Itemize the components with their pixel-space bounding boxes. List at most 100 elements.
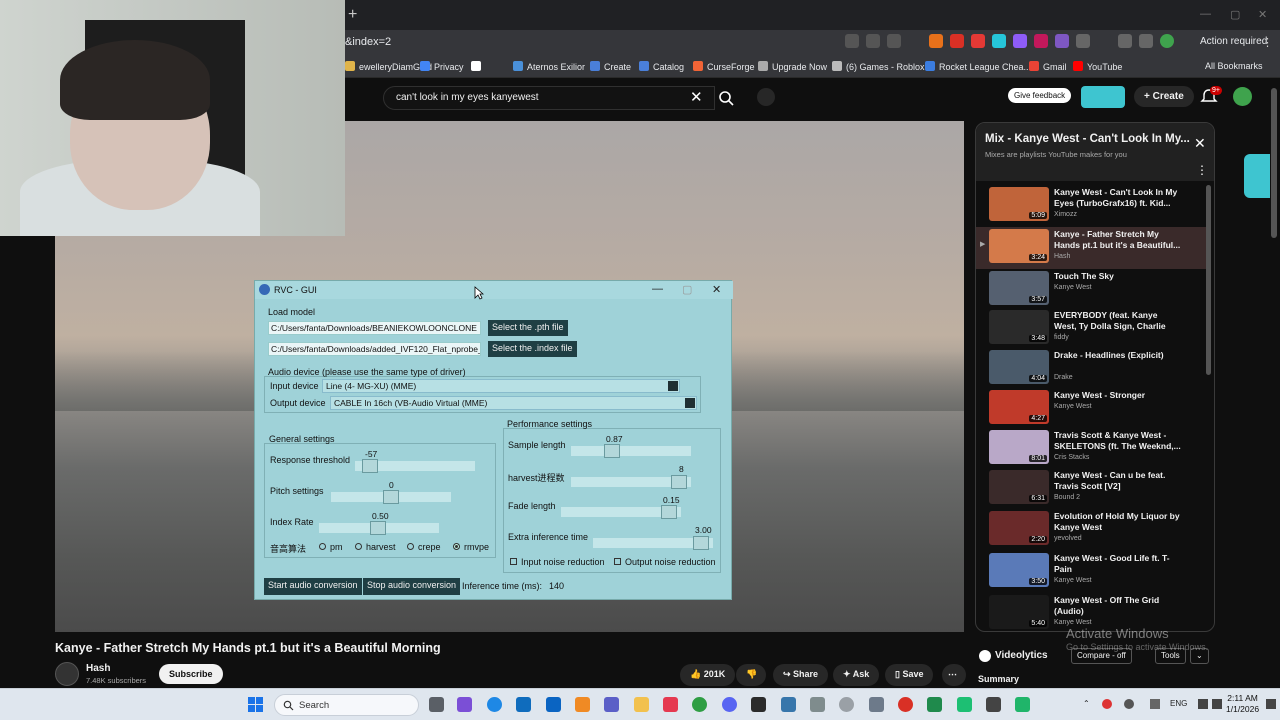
new-tab-button[interactable]: +	[348, 6, 357, 24]
playlist-title[interactable]: Mix - Kanye West - Can't Look In My...	[985, 133, 1190, 145]
all-bookmarks-button[interactable]: All Bookmarks	[1205, 61, 1263, 71]
output-noise-checkbox[interactable]: Output noise reduction	[614, 557, 716, 567]
bookmark-item[interactable]: Upgrade Now	[758, 61, 827, 72]
bookmark-item[interactable]: ewelleryDiamGold	[345, 61, 432, 72]
bookmark-item[interactable]: (6) Games - Roblox	[832, 61, 925, 72]
edge-icon[interactable]	[487, 697, 502, 712]
index-rate-slider[interactable]	[319, 521, 439, 535]
playlist-item[interactable]: 3:48 EVERYBODY (feat. Kanye West, Ty Doll…	[976, 308, 1208, 350]
video-title[interactable]: Kanye West - Can u be feat. Travis Scott…	[1054, 470, 1182, 492]
save-button[interactable]: ▯ Save	[885, 664, 934, 686]
extension-icon[interactable]	[950, 34, 964, 48]
video-title[interactable]: EVERYBODY (feat. Kanye West, Ty Dolla Si…	[1054, 310, 1182, 334]
network-icon[interactable]	[1198, 699, 1208, 709]
video-thumbnail[interactable]: 4:27	[989, 390, 1049, 424]
bookmark-item[interactable]	[471, 61, 485, 72]
teams-icon[interactable]	[604, 697, 619, 712]
maximize-icon[interactable]: ▢	[682, 283, 692, 296]
video-title[interactable]: Kanye - Father Stretch My Hands pt.1 but…	[1054, 229, 1182, 251]
channel-avatar[interactable]	[55, 662, 79, 686]
channel-name[interactable]: Hash	[86, 663, 110, 674]
profile-icon[interactable]	[1160, 34, 1174, 48]
slider-thumb[interactable]	[370, 521, 386, 535]
radio-crepe[interactable]: crepe	[407, 542, 441, 552]
video-thumbnail[interactable]: 3:24	[989, 229, 1049, 263]
slider-thumb[interactable]	[693, 536, 709, 550]
bookmark-item[interactable]: Gmail	[1029, 61, 1067, 72]
notification-icon[interactable]	[1266, 699, 1276, 709]
video-thumbnail[interactable]: 3:50	[989, 553, 1049, 587]
select-index-button[interactable]: Select the .index file	[488, 341, 577, 357]
close-icon[interactable]: ✕	[712, 283, 721, 296]
extension-icon[interactable]	[1034, 34, 1048, 48]
app-icon[interactable]	[986, 697, 1001, 712]
share-button[interactable]: ↪ Share	[773, 664, 829, 686]
close-window-icon[interactable]: ✕	[1258, 8, 1267, 21]
radio-harvest[interactable]: harvest	[355, 542, 396, 552]
close-icon[interactable]: ✕	[1194, 135, 1206, 152]
summary-tab[interactable]: Summary	[978, 674, 1019, 684]
video-title[interactable]: Drake - Headlines (Explicit)	[1054, 350, 1182, 361]
index-path-field[interactable]: C:/Users/fanta/Downloads/added_IVF120_Fl…	[268, 342, 481, 356]
sample-length-slider[interactable]	[571, 444, 691, 458]
taskbar-clock[interactable]: 2:11 AM 1/1/2026	[1226, 693, 1259, 715]
extension-menu-icon[interactable]	[1081, 86, 1125, 108]
playlist-item[interactable]: 3:50 Kanye West - Good Life ft. T-Pain Kan…	[976, 551, 1208, 593]
app-icon[interactable]	[1015, 697, 1030, 712]
minimize-icon[interactable]: —	[652, 283, 663, 295]
fade-length-slider[interactable]	[561, 505, 681, 519]
task-view-icon[interactable]	[429, 697, 444, 712]
extension-icon[interactable]	[971, 34, 985, 48]
file-explorer-icon[interactable]	[634, 697, 649, 712]
bookmark-item[interactable]: Catalog	[639, 61, 684, 72]
video-title[interactable]: Travis Scott & Kanye West - SKELETONS (f…	[1054, 430, 1182, 452]
playlist-item[interactable]: 3:57 Touch The Sky Kanye West	[976, 269, 1208, 311]
video-thumbnail[interactable]: 4:04	[989, 350, 1049, 384]
download-icon[interactable]	[1118, 34, 1132, 48]
store-icon[interactable]	[516, 697, 531, 712]
bookmark-item[interactable]: Privacy	[420, 61, 464, 72]
playlist-item[interactable]: 4:27 Kanye West - Stronger Kanye West	[976, 388, 1208, 430]
video-thumbnail[interactable]: 5:09	[989, 187, 1049, 221]
chrome-icon[interactable]	[692, 697, 707, 712]
start-conversion-button[interactable]: Start audio conversion	[264, 578, 362, 595]
app-icon[interactable]	[575, 697, 590, 712]
subscribe-button[interactable]: Subscribe	[159, 664, 223, 684]
bookmark-item[interactable]: CurseForge	[693, 61, 755, 72]
bookmark-item[interactable]: Aternos Exilior	[513, 61, 585, 72]
extension-sidebar-icon[interactable]	[1244, 154, 1270, 198]
video-thumbnail[interactable]: 3:48	[989, 310, 1049, 344]
video-thumbnail[interactable]: 8:01	[989, 430, 1049, 464]
ask-button[interactable]: ✦ Ask	[833, 664, 880, 686]
language-indicator[interactable]: ENG	[1170, 699, 1187, 708]
dislike-button[interactable]: 👎	[736, 664, 766, 686]
pitch-slider[interactable]	[331, 490, 451, 504]
video-title[interactable]: Kanye West - Off The Grid (Audio)	[1054, 595, 1182, 617]
bookmark-item[interactable]: YouTube	[1073, 61, 1122, 72]
windows-start-icon[interactable]	[248, 697, 264, 713]
video-title[interactable]: Kanye West - Can't Look In My Eyes (Turb…	[1054, 187, 1182, 209]
search-icon[interactable]	[712, 86, 742, 110]
bookmark-item[interactable]: Create	[590, 61, 631, 72]
mic-icon[interactable]	[757, 88, 775, 106]
select-pth-button[interactable]: Select the .pth file	[488, 320, 568, 336]
video-thumbnail[interactable]: 2:20	[989, 511, 1049, 545]
extension-icon[interactable]	[1013, 34, 1027, 48]
input-device-select[interactable]: Line (4- MG-XU) (MME)	[322, 379, 680, 393]
app-icon[interactable]	[957, 697, 972, 712]
video-thumbnail[interactable]: 3:57	[989, 271, 1049, 305]
tray-app-icon[interactable]	[1102, 699, 1112, 709]
playlist-item[interactable]: 2:20 Evolution of Hold My Liquor by Kanye…	[976, 509, 1208, 551]
extension-icon[interactable]	[1055, 34, 1069, 48]
tray-app-icon[interactable]	[1150, 699, 1160, 709]
slider-thumb[interactable]	[661, 505, 677, 519]
input-noise-checkbox[interactable]: Input noise reduction	[510, 557, 605, 567]
extension-icon[interactable]	[929, 34, 943, 48]
harvest-slider[interactable]	[571, 475, 691, 489]
minimize-icon[interactable]: —	[1200, 8, 1211, 20]
tray-chevron-icon[interactable]: ⌃	[1083, 699, 1090, 708]
star-icon[interactable]	[887, 34, 901, 48]
video-title[interactable]: Kanye West - Good Life ft. T-Pain	[1054, 553, 1182, 575]
playlist-item[interactable]: ▶ 3:24 Kanye - Father Stretch My Hands pt.…	[976, 227, 1208, 269]
pth-path-field[interactable]: C:/Users/fanta/Downloads/BEANIEKOWLOONCL…	[268, 321, 481, 335]
